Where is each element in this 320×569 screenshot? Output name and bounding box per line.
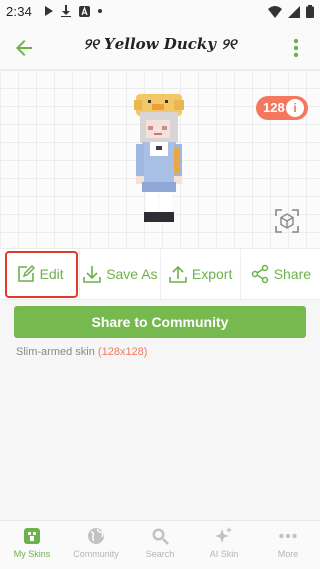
- resolution-badge[interactable]: 128 i: [256, 96, 308, 120]
- nav-ai-skin[interactable]: AI Skin: [192, 521, 256, 569]
- sparkle-icon: [215, 527, 232, 543]
- share-label: Share: [273, 266, 312, 282]
- skin-model-image: [134, 94, 184, 222]
- page-title: ୨୧ 𝒀𝒆𝒍𝒍𝒐𝒘 𝑫𝒖𝒄𝒌𝒚 ୨୧: [83, 35, 237, 53]
- a-badge-icon: [79, 5, 90, 17]
- wifi-icon: [268, 5, 282, 18]
- nav-community[interactable]: Community: [64, 521, 128, 569]
- bottom-navigation: My Skins Community Search AI Skin More: [0, 520, 320, 569]
- nav-label: Community: [73, 549, 119, 559]
- my-skins-icon: [24, 528, 40, 544]
- save-as-button[interactable]: Save As: [80, 249, 161, 299]
- status-bar: 2:34: [0, 0, 320, 24]
- app-bar: ୨୧ 𝒀𝒆𝒍𝒍𝒐𝒘 𝑫𝒖𝒄𝒌𝒚 ୨୧: [0, 24, 320, 70]
- play-icon: [45, 6, 53, 16]
- overflow-menu-icon[interactable]: [286, 37, 306, 59]
- nav-label: My Skins: [13, 549, 51, 559]
- skin-type-label: Slim-armed skin: [16, 346, 95, 358]
- edit-button[interactable]: Edit: [0, 249, 81, 299]
- skin-size-label: (128x128): [97, 346, 148, 358]
- export-icon: [169, 265, 187, 283]
- skin-info: Slim-armed skin (128x128): [16, 346, 147, 358]
- export-button[interactable]: Export: [161, 249, 241, 299]
- dot-icon: [98, 9, 102, 13]
- nav-label: Search: [145, 549, 175, 559]
- share-button[interactable]: Share: [241, 249, 320, 299]
- download-icon: [61, 5, 71, 17]
- edit-icon: [17, 264, 35, 282]
- nav-more[interactable]: More: [256, 521, 320, 569]
- 3d-view-cube-icon[interactable]: [273, 207, 301, 235]
- save-as-label: Save As: [106, 266, 158, 282]
- more-dots-icon: [279, 533, 297, 539]
- info-icon: i: [286, 99, 304, 117]
- action-bar: Edit Save As Export Share: [0, 248, 320, 300]
- nav-label: AI Skin: [209, 549, 239, 559]
- resolution-value: 128: [263, 100, 285, 115]
- status-time: 2:34: [6, 4, 33, 19]
- nav-label: More: [277, 549, 299, 559]
- battery-icon: [306, 5, 314, 18]
- signal-icon: [288, 5, 300, 18]
- share-icon: [251, 264, 268, 284]
- export-label: Export: [191, 266, 233, 282]
- globe-icon: [88, 528, 104, 544]
- share-to-community-button[interactable]: Share to Community: [14, 306, 306, 338]
- nav-search[interactable]: Search: [128, 521, 192, 569]
- download-icon: [83, 266, 101, 283]
- edit-label: Edit: [39, 266, 64, 282]
- search-icon: [152, 528, 169, 545]
- nav-my-skins[interactable]: My Skins: [0, 521, 64, 569]
